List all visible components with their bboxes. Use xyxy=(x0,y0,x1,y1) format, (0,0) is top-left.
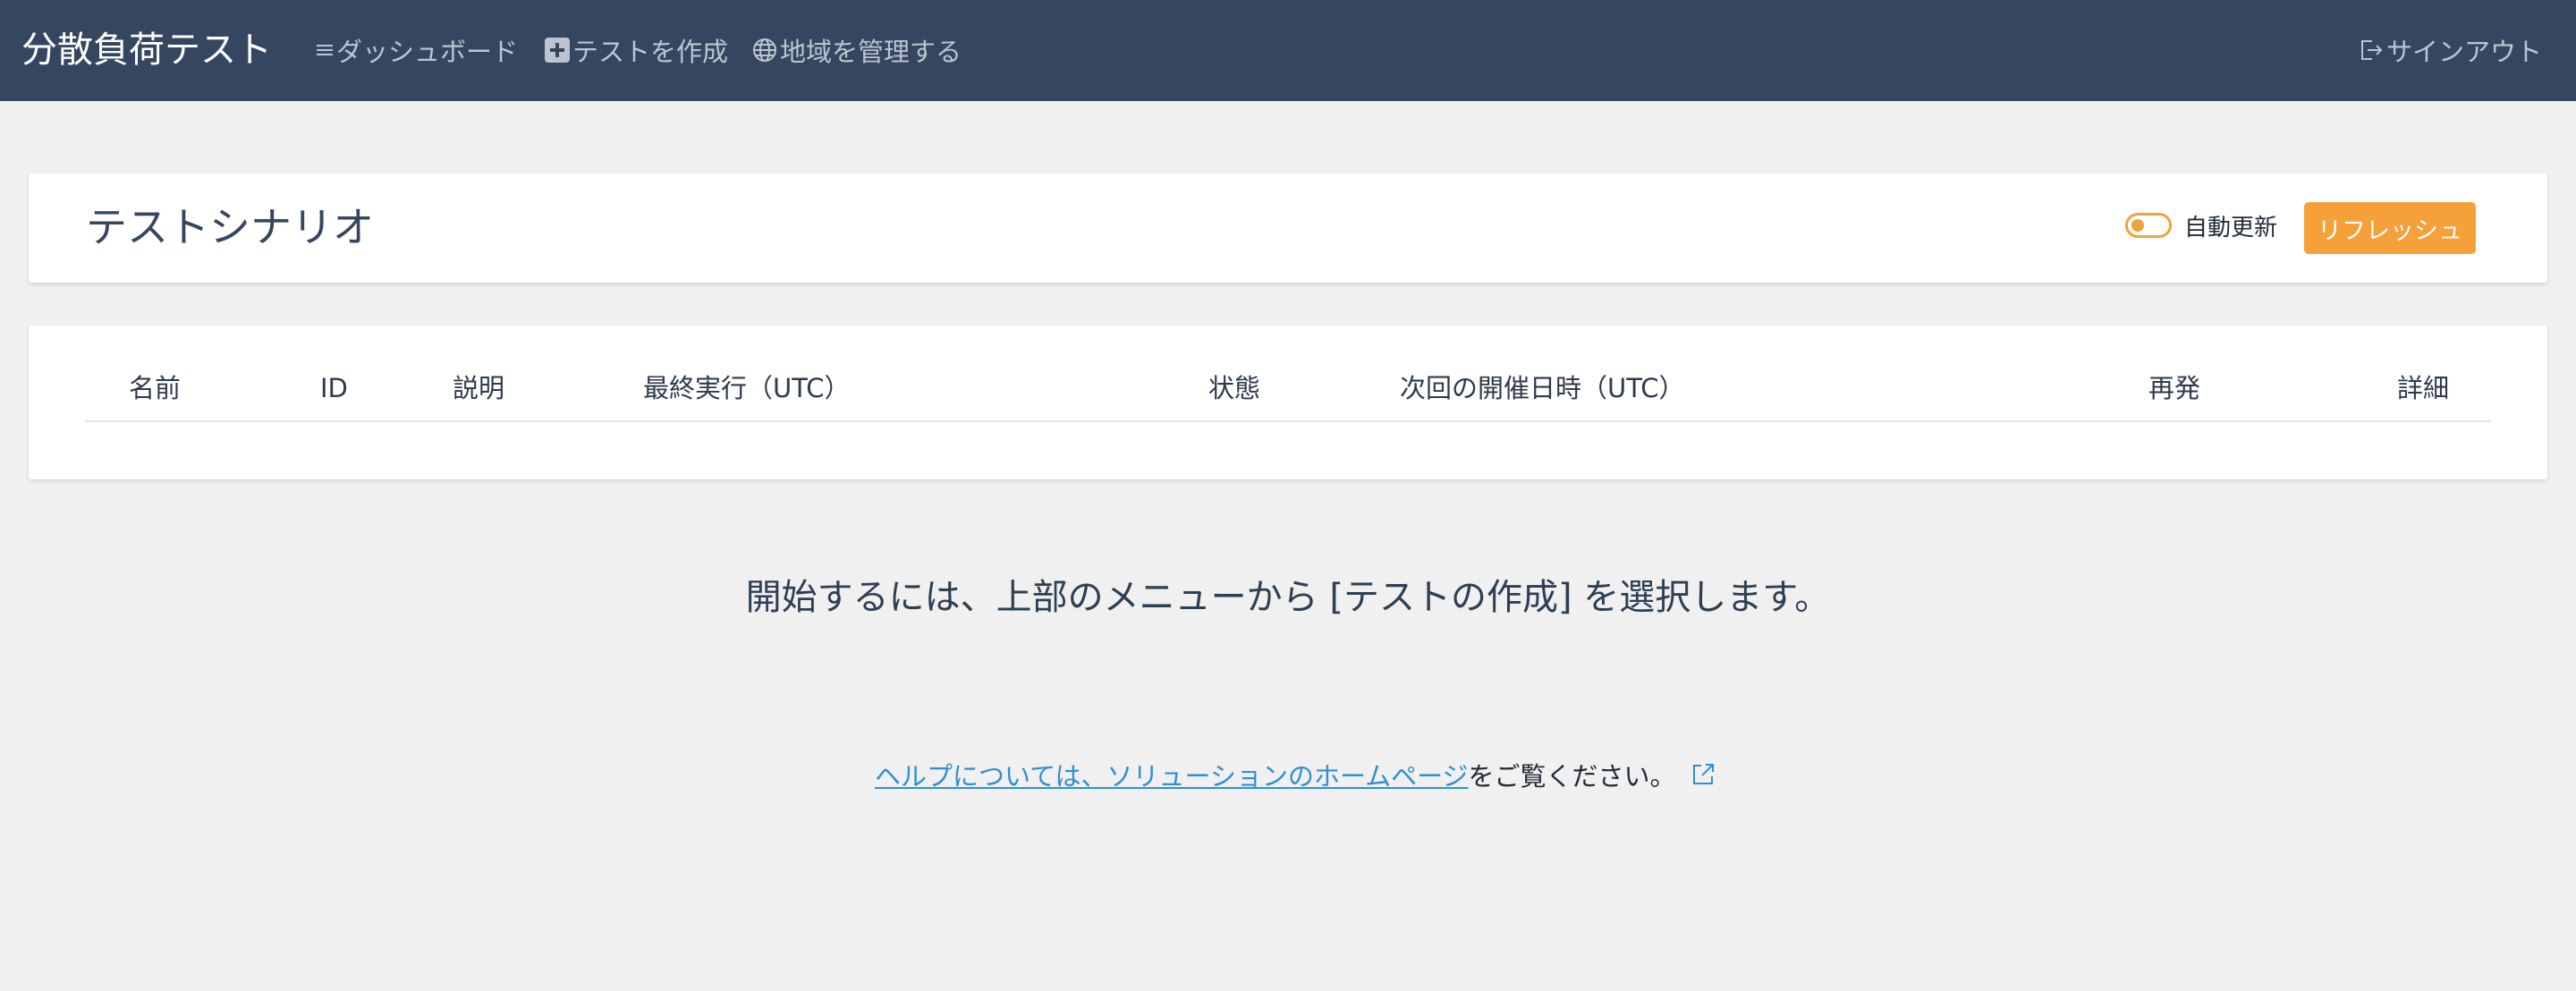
solution-homepage-link[interactable]: ヘルプについては、ソリューションのホームページ xyxy=(875,756,1469,793)
app-brand[interactable]: 分散負荷テスト xyxy=(21,25,272,75)
nav-dashboard[interactable]: ダッシュボード xyxy=(315,32,518,68)
globe-icon xyxy=(751,37,778,64)
empty-state-message: 開始するには、上部のメニューから [テストの作成] を選択します。 xyxy=(745,577,1831,618)
column-header-status[interactable]: 状態 xyxy=(1208,370,1260,406)
column-header-description[interactable]: 説明 xyxy=(453,370,504,406)
column-header-last-run[interactable]: 最終実行（UTC） xyxy=(643,370,851,406)
column-header-details[interactable]: 詳細 xyxy=(2397,370,2449,406)
menu-icon xyxy=(315,40,335,60)
help-line: ヘルプについては、ソリューションのホームページ をご覧ください。 xyxy=(875,757,1717,792)
nav-create-test-label: テストを作成 xyxy=(572,37,729,67)
nav-manage-regions[interactable]: 地域を管理する xyxy=(751,32,962,68)
toggle-knob xyxy=(2131,219,2144,232)
scenarios-table-card: 名前 ID 説明 最終実行（UTC） 状態 次回の開催日時（UTC） 再発 詳細 xyxy=(29,326,2547,479)
table-header-row: 名前 ID 説明 最終実行（UTC） 状態 次回の開催日時（UTC） 再発 詳細 xyxy=(86,370,2490,422)
help-suffix: をご覧ください。 xyxy=(1468,761,1676,792)
nav-dashboard-label: ダッシュボード xyxy=(336,37,519,67)
refresh-button[interactable]: リフレッシュ xyxy=(2304,202,2476,254)
nav-manage-regions-label: 地域を管理する xyxy=(780,37,962,67)
column-header-id[interactable]: ID xyxy=(320,370,348,406)
column-header-next-run[interactable]: 次回の開催日時（UTC） xyxy=(1400,370,1685,406)
column-header-name[interactable]: 名前 xyxy=(129,370,181,406)
toggle-switch[interactable] xyxy=(2125,213,2172,238)
column-header-recurrence[interactable]: 再発 xyxy=(2148,370,2200,406)
nav-create-test[interactable]: テストを作成 xyxy=(544,32,728,68)
plus-square-icon xyxy=(544,37,571,64)
top-navbar: 分散負荷テスト ダッシュボード テストを作成 地域を管理する サインアウト xyxy=(0,0,2576,101)
scenarios-header-card: テストシナリオ 自動更新 リフレッシュ xyxy=(29,174,2547,283)
sign-out-icon xyxy=(2358,37,2385,64)
nav-sign-out[interactable]: サインアウト xyxy=(2358,32,2542,68)
page-title: テストシナリオ xyxy=(86,203,374,251)
nav-sign-out-label: サインアウト xyxy=(2386,37,2543,67)
auto-refresh-toggle[interactable]: 自動更新 xyxy=(2125,208,2277,243)
external-link-icon[interactable] xyxy=(1689,760,1717,789)
auto-refresh-label: 自動更新 xyxy=(2184,214,2278,241)
